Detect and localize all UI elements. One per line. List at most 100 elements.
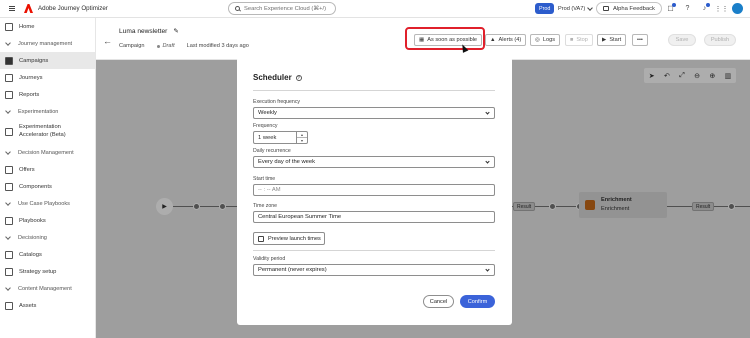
execution-frequency-label: Execution frequency	[253, 99, 301, 105]
sidebar-item-offers[interactable]: Offers	[0, 161, 95, 178]
alert-icon: ▲	[490, 37, 496, 43]
sidebar-item-home[interactable]: Home	[0, 18, 95, 35]
start-button[interactable]: ▶ Start	[597, 34, 627, 46]
help-icon[interactable]: ?	[295, 74, 302, 81]
save-button[interactable]: Save	[668, 34, 696, 46]
status-dot-icon	[156, 44, 160, 48]
sidebar-section-label: Experimentation	[18, 108, 59, 115]
chevron-down-icon	[5, 233, 11, 240]
sidebar-item-label: Reports	[19, 91, 40, 98]
search-input[interactable]: Search Experience Cloud (⌘+/)	[228, 2, 336, 15]
dialog-title-text: Scheduler	[253, 73, 292, 82]
stepper-buttons: ▲ ▼	[297, 131, 308, 144]
back-arrow-icon[interactable]: ←	[103, 36, 112, 46]
feedback-icon	[603, 6, 609, 11]
sidebar-section-decisioning[interactable]: Decisioning	[0, 229, 95, 246]
sidebar-section-usecase[interactable]: Use Case Playbooks	[0, 195, 95, 212]
logs-button[interactable]: ◎ Logs	[530, 34, 561, 46]
chevron-down-icon	[5, 284, 11, 291]
sidebar-item-label: Offers	[19, 166, 35, 173]
top-bar: Adobe Journey Optimizer Search Experienc…	[0, 0, 750, 18]
preview-button-label: Preview launch times	[268, 235, 321, 242]
alerts-button-label: Alerts (4)	[498, 37, 522, 43]
daily-recurrence-label: Daily recurrence	[253, 148, 291, 154]
org-switcher[interactable]: Prod (VA7)	[558, 3, 592, 14]
search-placeholder: Search Experience Cloud (⌘+/)	[244, 5, 326, 12]
campaign-name: Luma newsletter	[119, 27, 168, 35]
experiment-icon	[5, 128, 13, 136]
confirm-button[interactable]: Confirm	[460, 295, 495, 308]
alerts-button[interactable]: ▲ Alerts (4)	[485, 34, 527, 46]
frequency-value[interactable]: 1 week	[253, 131, 297, 144]
reports-icon	[5, 90, 13, 99]
sidebar-section-decision[interactable]: Decision Management	[0, 144, 95, 161]
time-zone-input[interactable]: Central European Summer Time	[253, 211, 495, 223]
schedule-button-highlight	[405, 27, 485, 50]
status-label: Draft	[162, 43, 175, 49]
avatar[interactable]	[732, 3, 743, 14]
cancel-button[interactable]: Cancel	[423, 295, 454, 308]
validity-period-value: Permanent (never expires)	[258, 267, 327, 273]
notifications-icon[interactable]: ♪	[698, 2, 711, 15]
app-title: Adobe Journey Optimizer	[38, 5, 108, 12]
env-badge: Prod	[535, 3, 555, 14]
page-title: Luma newsletter ✎	[119, 27, 179, 36]
sidebar-section-journey[interactable]: Journey management	[0, 35, 95, 52]
playbooks-icon	[5, 216, 13, 225]
daily-recurrence-select[interactable]: Every day of the week	[253, 156, 495, 168]
menu-icon[interactable]	[5, 0, 19, 18]
help-icon[interactable]: ?	[681, 2, 694, 15]
apps-grid-icon[interactable]: ⋮⋮	[715, 2, 729, 15]
stop-icon: ■	[570, 37, 574, 43]
sidebar-section-experimentation[interactable]: Experimentation	[0, 103, 95, 120]
assets-icon	[5, 301, 13, 310]
preview-icon	[258, 235, 264, 242]
last-modified: Last modified 3 days ago	[186, 43, 249, 49]
sidebar-item-journeys[interactable]: Journeys	[0, 69, 95, 86]
strategy-icon	[5, 267, 13, 276]
sidebar-item-playbooks[interactable]: Playbooks	[0, 212, 95, 229]
sidebar-item-label: Campaigns	[19, 57, 49, 64]
journeys-icon	[5, 73, 13, 82]
preview-launch-times-button[interactable]: Preview launch times	[253, 232, 325, 245]
sidebar-item-experimentation-accelerator[interactable]: Experimentation Accelerator (Beta)	[0, 120, 95, 144]
play-icon: ▶	[602, 37, 607, 43]
start-time-input[interactable]: -- : -- AM	[253, 184, 495, 196]
sidebar-item-label: Playbooks	[19, 217, 46, 224]
execution-frequency-value: Weekly	[258, 110, 277, 116]
sidebar-item-strategy-setup[interactable]: Strategy setup	[0, 263, 95, 280]
sidebar-section-content[interactable]: Content Management	[0, 280, 95, 297]
sidebar-section-label: Content Management	[18, 285, 72, 292]
stop-button[interactable]: ■ Stop	[565, 34, 593, 46]
frequency-label: Frequency	[253, 123, 278, 129]
execution-frequency-select[interactable]: Weekly	[253, 107, 495, 119]
feedback-button[interactable]: Alpha Feedback	[596, 2, 662, 15]
validity-period-select[interactable]: Permanent (never expires)	[253, 264, 495, 276]
home-icon	[5, 22, 13, 31]
sidebar-item-catalogs[interactable]: Catalogs	[0, 246, 95, 263]
sidebar-item-assets[interactable]: Assets	[0, 297, 95, 314]
more-button[interactable]: •••	[632, 34, 648, 46]
frequency-stepper[interactable]: 1 week ▲ ▼	[253, 131, 308, 144]
validity-period-label: Validity period	[253, 256, 286, 262]
sidebar-item-reports[interactable]: Reports	[0, 86, 95, 103]
divider	[253, 250, 495, 251]
decrement-icon[interactable]: ▼	[297, 138, 307, 143]
daily-recurrence-value: Every day of the week	[258, 159, 316, 165]
chevron-down-icon	[5, 199, 11, 206]
top-icons: ☐ ? ♪ ⋮⋮	[664, 2, 743, 15]
search-icon	[235, 6, 240, 11]
logs-icon: ◎	[535, 37, 540, 43]
feedback-label: Alpha Feedback	[613, 5, 655, 12]
scheduler-dialog: Scheduler ? Execution frequency Weekly F…	[237, 57, 512, 325]
edit-pencil-icon[interactable]: ✎	[173, 27, 179, 35]
chat-icon[interactable]: ☐	[664, 2, 677, 15]
sidebar-item-label: Catalogs	[19, 251, 42, 258]
publish-button[interactable]: Publish	[704, 34, 736, 46]
sidebar-item-campaigns[interactable]: Campaigns	[0, 52, 95, 69]
sidebar-item-label: Experimentation Accelerator (Beta)	[19, 124, 66, 139]
sidebar-item-label: Home	[19, 23, 35, 30]
start-time-label: Start time	[253, 176, 276, 182]
chevron-down-icon	[5, 39, 11, 46]
sidebar-item-components[interactable]: Components	[0, 178, 95, 195]
